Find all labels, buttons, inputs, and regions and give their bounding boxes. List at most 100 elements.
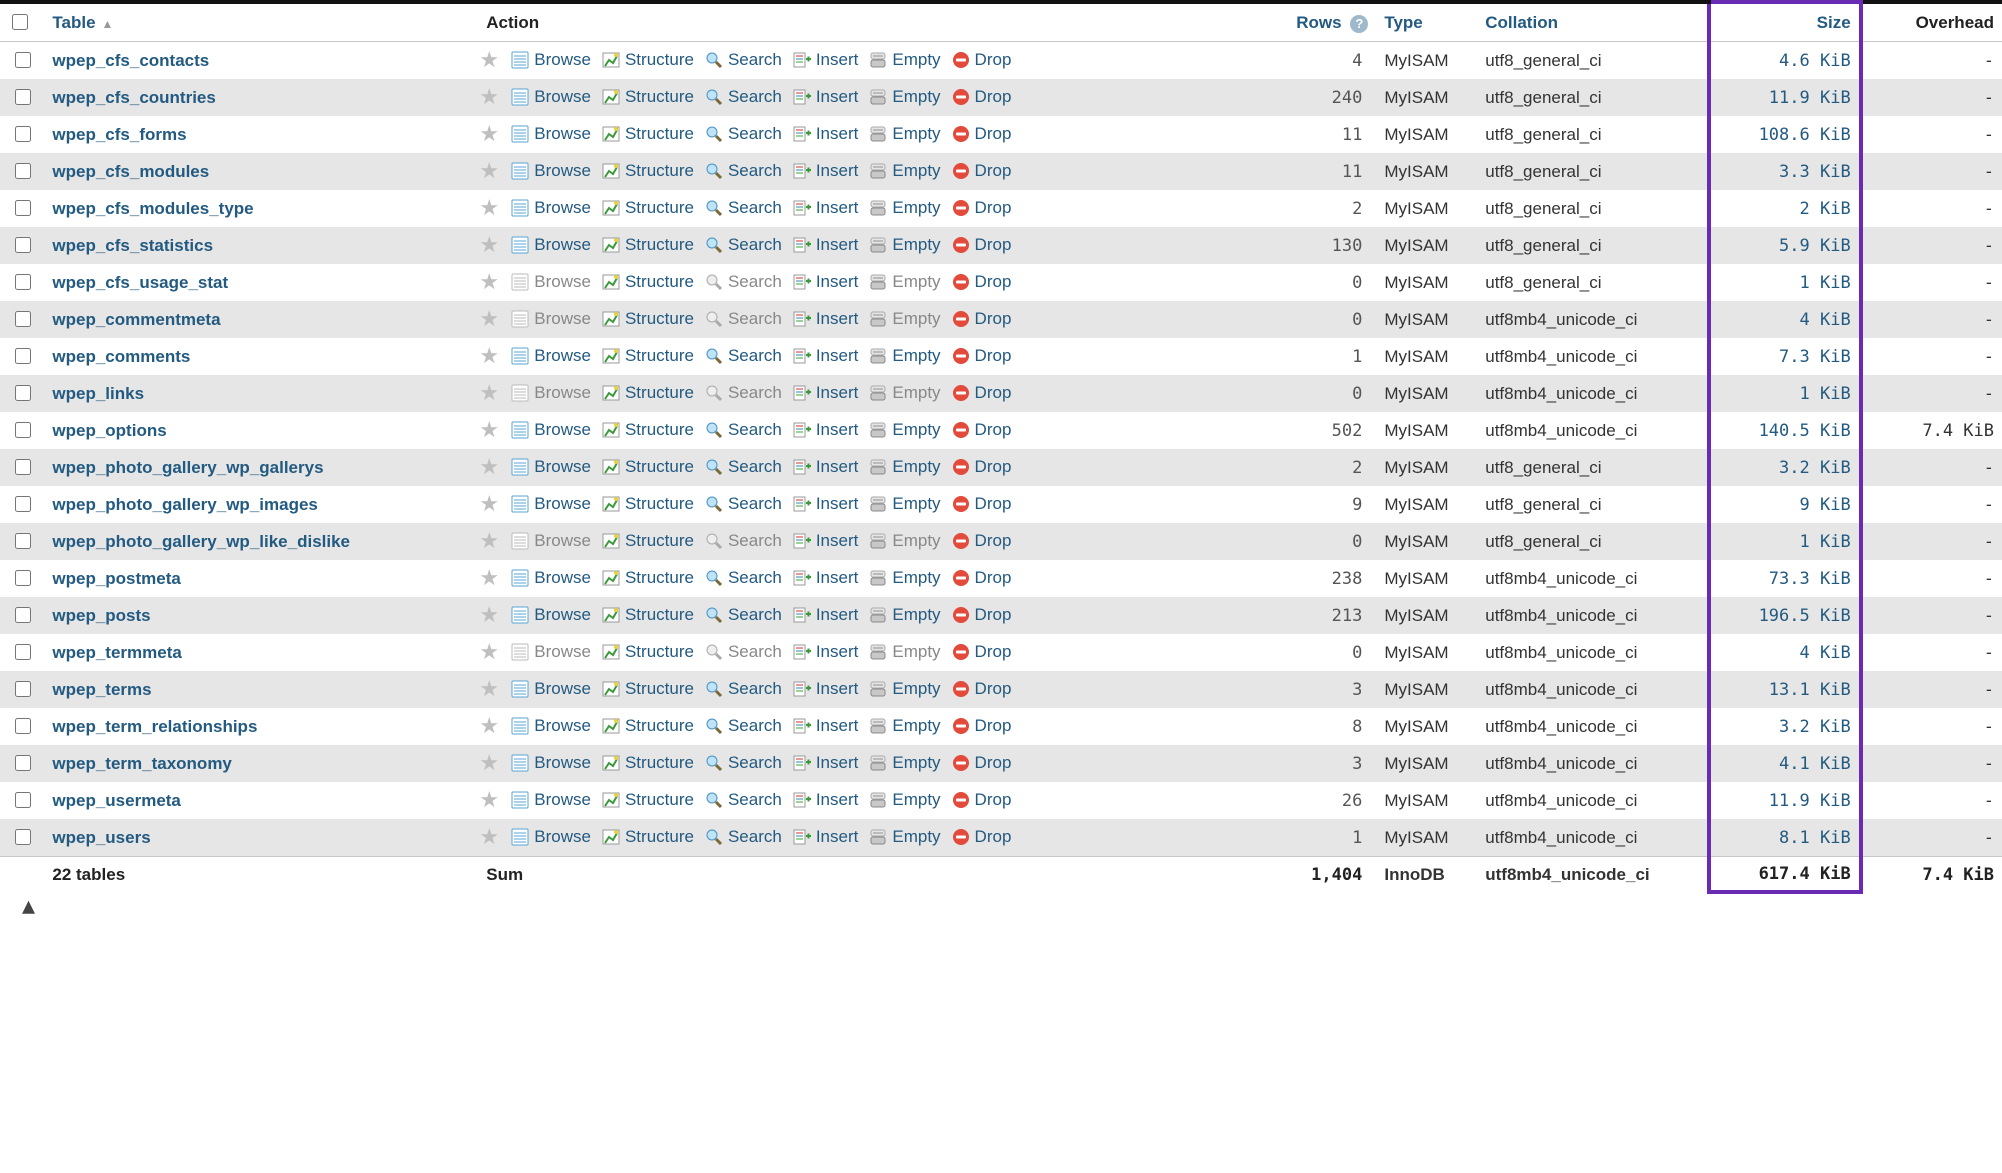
row-checkbox[interactable] [15, 533, 31, 549]
drop-link[interactable]: Drop [951, 753, 1012, 773]
search-link[interactable]: Search [704, 346, 782, 366]
browse-link[interactable]: Browse [510, 346, 591, 366]
empty-link[interactable]: Empty [868, 161, 940, 181]
favorite-star-icon[interactable]: ★ [478, 161, 500, 181]
empty-link[interactable]: Empty [868, 272, 940, 292]
insert-link[interactable]: Insert [792, 272, 859, 292]
search-link[interactable]: Search [704, 272, 782, 292]
browse-link[interactable]: Browse [510, 531, 591, 551]
favorite-star-icon[interactable]: ★ [478, 753, 500, 773]
table-name-link[interactable]: wpep_cfs_usage_stat [52, 273, 228, 292]
structure-link[interactable]: Structure [601, 827, 694, 847]
table-name-link[interactable]: wpep_links [52, 384, 144, 403]
drop-link[interactable]: Drop [951, 272, 1012, 292]
empty-link[interactable]: Empty [868, 457, 940, 477]
insert-link[interactable]: Insert [792, 827, 859, 847]
insert-link[interactable]: Insert [792, 309, 859, 329]
empty-link[interactable]: Empty [868, 568, 940, 588]
favorite-star-icon[interactable]: ★ [478, 124, 500, 144]
favorite-star-icon[interactable]: ★ [478, 272, 500, 292]
browse-link[interactable]: Browse [510, 87, 591, 107]
empty-link[interactable]: Empty [868, 716, 940, 736]
browse-link[interactable]: Browse [510, 420, 591, 440]
structure-link[interactable]: Structure [601, 124, 694, 144]
structure-link[interactable]: Structure [601, 420, 694, 440]
row-checkbox[interactable] [15, 459, 31, 475]
row-checkbox[interactable] [15, 52, 31, 68]
browse-link[interactable]: Browse [510, 679, 591, 699]
table-name-link[interactable]: wpep_cfs_statistics [52, 236, 213, 255]
drop-link[interactable]: Drop [951, 531, 1012, 551]
structure-link[interactable]: Structure [601, 383, 694, 403]
browse-link[interactable]: Browse [510, 272, 591, 292]
insert-link[interactable]: Insert [792, 753, 859, 773]
structure-link[interactable]: Structure [601, 716, 694, 736]
favorite-star-icon[interactable]: ★ [478, 679, 500, 699]
search-link[interactable]: Search [704, 605, 782, 625]
browse-link[interactable]: Browse [510, 568, 591, 588]
insert-link[interactable]: Insert [792, 235, 859, 255]
browse-link[interactable]: Browse [510, 790, 591, 810]
row-checkbox[interactable] [15, 237, 31, 253]
insert-link[interactable]: Insert [792, 161, 859, 181]
empty-link[interactable]: Empty [868, 87, 940, 107]
search-link[interactable]: Search [704, 420, 782, 440]
drop-link[interactable]: Drop [951, 642, 1012, 662]
search-link[interactable]: Search [704, 753, 782, 773]
favorite-star-icon[interactable]: ★ [478, 568, 500, 588]
structure-link[interactable]: Structure [601, 87, 694, 107]
drop-link[interactable]: Drop [951, 716, 1012, 736]
browse-link[interactable]: Browse [510, 642, 591, 662]
row-checkbox[interactable] [15, 570, 31, 586]
favorite-star-icon[interactable]: ★ [478, 346, 500, 366]
favorite-star-icon[interactable]: ★ [478, 827, 500, 847]
empty-link[interactable]: Empty [868, 235, 940, 255]
th-rows[interactable]: Rows ? [1275, 2, 1376, 42]
row-checkbox[interactable] [15, 829, 31, 845]
insert-link[interactable]: Insert [792, 568, 859, 588]
favorite-star-icon[interactable]: ★ [478, 531, 500, 551]
th-type[interactable]: Type [1376, 2, 1477, 42]
favorite-star-icon[interactable]: ★ [478, 383, 500, 403]
structure-link[interactable]: Structure [601, 753, 694, 773]
table-name-link[interactable]: wpep_terms [52, 680, 151, 699]
insert-link[interactable]: Insert [792, 494, 859, 514]
favorite-star-icon[interactable]: ★ [478, 309, 500, 329]
structure-link[interactable]: Structure [601, 346, 694, 366]
empty-link[interactable]: Empty [868, 605, 940, 625]
drop-link[interactable]: Drop [951, 124, 1012, 144]
browse-link[interactable]: Browse [510, 235, 591, 255]
th-checkbox[interactable] [0, 2, 44, 42]
search-link[interactable]: Search [704, 161, 782, 181]
table-name-link[interactable]: wpep_photo_gallery_wp_gallerys [52, 458, 323, 477]
search-link[interactable]: Search [704, 383, 782, 403]
th-table[interactable]: Table▲ [44, 2, 478, 42]
drop-link[interactable]: Drop [951, 457, 1012, 477]
insert-link[interactable]: Insert [792, 198, 859, 218]
drop-link[interactable]: Drop [951, 383, 1012, 403]
row-checkbox[interactable] [15, 200, 31, 216]
table-name-link[interactable]: wpep_term_relationships [52, 717, 257, 736]
structure-link[interactable]: Structure [601, 198, 694, 218]
insert-link[interactable]: Insert [792, 124, 859, 144]
structure-link[interactable]: Structure [601, 235, 694, 255]
table-name-link[interactable]: wpep_cfs_modules_type [52, 199, 253, 218]
structure-link[interactable]: Structure [601, 494, 694, 514]
favorite-star-icon[interactable]: ★ [478, 790, 500, 810]
search-link[interactable]: Search [704, 494, 782, 514]
check-all[interactable] [12, 14, 28, 30]
insert-link[interactable]: Insert [792, 50, 859, 70]
browse-link[interactable]: Browse [510, 494, 591, 514]
structure-link[interactable]: Structure [601, 679, 694, 699]
table-name-link[interactable]: wpep_photo_gallery_wp_images [52, 495, 317, 514]
row-checkbox[interactable] [15, 644, 31, 660]
search-link[interactable]: Search [704, 309, 782, 329]
search-link[interactable]: Search [704, 198, 782, 218]
browse-link[interactable]: Browse [510, 716, 591, 736]
table-name-link[interactable]: wpep_comments [52, 347, 190, 366]
empty-link[interactable]: Empty [868, 790, 940, 810]
structure-link[interactable]: Structure [601, 272, 694, 292]
search-link[interactable]: Search [704, 827, 782, 847]
row-checkbox[interactable] [15, 422, 31, 438]
insert-link[interactable]: Insert [792, 642, 859, 662]
